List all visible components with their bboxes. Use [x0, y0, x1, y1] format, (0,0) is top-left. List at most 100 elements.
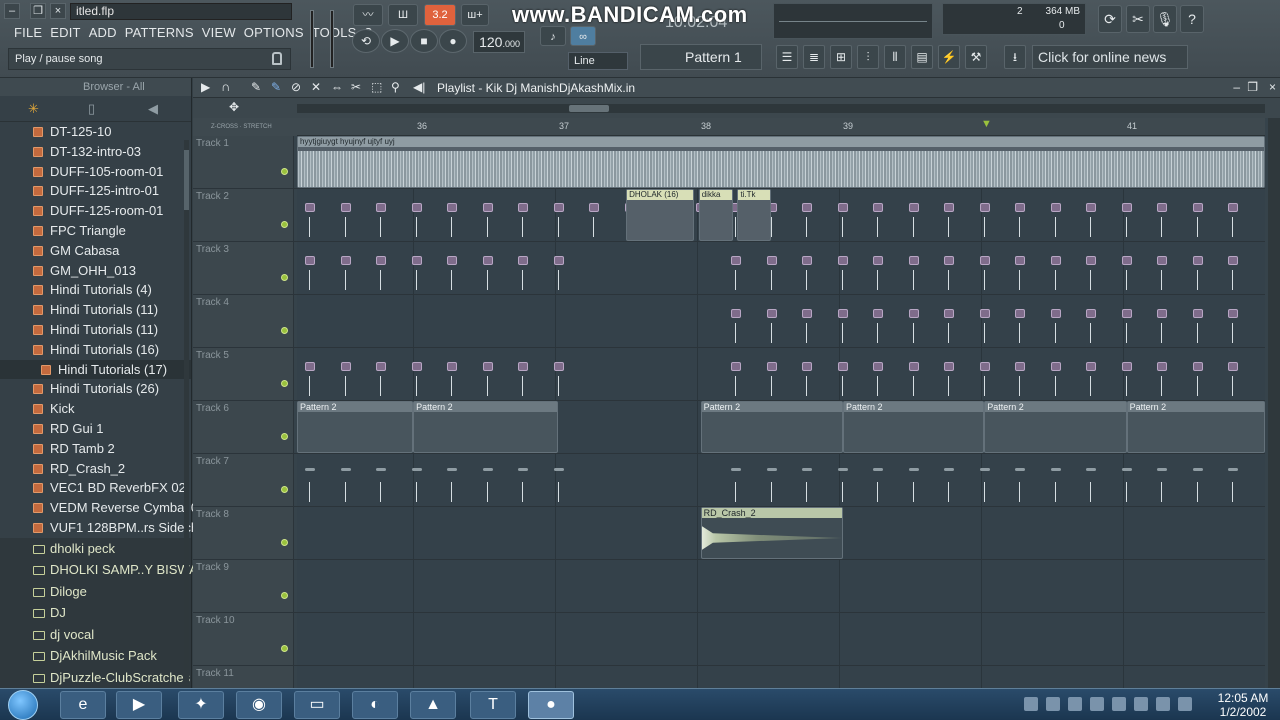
mic-icon[interactable]: 🎙 [1153, 5, 1177, 33]
pattern-song-icon[interactable]: 〰 [353, 4, 383, 26]
clip-hit[interactable] [411, 468, 424, 504]
master-volume-slider[interactable] [310, 10, 314, 68]
track-header[interactable]: Track 4 [193, 295, 294, 347]
clip-hit[interactable] [376, 468, 388, 504]
magnet-icon[interactable]: ∩ [221, 79, 230, 94]
browser-scrollbar[interactable] [184, 140, 189, 720]
track-lane[interactable] [297, 560, 1265, 612]
tools-icon[interactable]: ⚒ [965, 45, 987, 69]
track-header[interactable]: Track 10 [193, 613, 294, 665]
clip-hit[interactable] [1121, 362, 1134, 398]
clip-hit[interactable] [979, 309, 992, 345]
track-header[interactable]: Track 9 [193, 560, 294, 612]
undo-icon[interactable]: ⟳ [1098, 5, 1122, 33]
clip-hit[interactable] [376, 256, 388, 292]
track-mute-led[interactable] [281, 274, 288, 281]
clip-hit[interactable] [1157, 468, 1169, 504]
explorer-icon[interactable]: ▭ [294, 691, 340, 719]
menu-item[interactable]: FILE [10, 24, 46, 42]
browser-file[interactable]: Hindi Tutorials (11) [0, 300, 191, 320]
step-icon[interactable]: ⫴ [884, 45, 906, 69]
playlist-clip[interactable]: hyytjgiuygt hyujnyf ujtyf uyj [297, 136, 1265, 188]
clip-hit[interactable] [305, 468, 317, 504]
speaker-icon[interactable]: ◀ [148, 101, 158, 117]
clip-hit[interactable] [1050, 362, 1063, 398]
browser-file[interactable]: Hindi Tutorials (11) [0, 320, 191, 340]
browser-file[interactable]: Kick [0, 399, 191, 419]
clip-hit[interactable] [1121, 256, 1134, 292]
menu-item[interactable]: VIEW [198, 24, 240, 42]
clip-hit[interactable] [1015, 468, 1027, 504]
clip-hit[interactable] [979, 468, 992, 504]
close-icon[interactable]: × [50, 3, 66, 19]
clip-hit[interactable] [1086, 203, 1098, 239]
play-tool-icon[interactable]: ◀| [413, 80, 425, 94]
track-mute-led[interactable] [281, 592, 288, 599]
clip-hit[interactable] [944, 468, 956, 504]
clip-hit[interactable] [908, 256, 921, 292]
track-header[interactable]: Track 3 [193, 242, 294, 294]
volume-icon[interactable] [1156, 697, 1170, 711]
pattern-selector[interactable]: Pattern 1 [640, 44, 762, 70]
playlist-clip[interactable]: ti.Tk [737, 189, 772, 241]
tray-icon[interactable] [1090, 697, 1104, 711]
clip-hit[interactable] [766, 362, 779, 398]
clip-hit[interactable] [553, 362, 566, 398]
clip-hit[interactable] [482, 256, 495, 292]
browser-file[interactable]: DT-125-10 [0, 122, 191, 142]
track-mute-led[interactable] [281, 327, 288, 334]
clip-hit[interactable] [944, 309, 956, 345]
stop-icon[interactable]: ■ [410, 29, 438, 53]
select-tool-icon[interactable]: ⬚ [371, 80, 382, 94]
playlist-minimize-icon[interactable]: – [1233, 80, 1240, 94]
track-lane[interactable] [297, 613, 1265, 665]
browser-folder[interactable]: DjPuzzle-ClubScratches [0, 666, 191, 689]
clip-hit[interactable] [482, 203, 495, 239]
lock-icon[interactable] [272, 52, 282, 65]
track-header[interactable]: Track 7 [193, 454, 294, 506]
tray-icon[interactable] [1134, 697, 1148, 711]
slip-tool-icon[interactable]: ⇔ [331, 80, 343, 94]
clip-hit[interactable] [447, 362, 459, 398]
track-header[interactable]: Track 8 [193, 507, 294, 559]
track-mute-led[interactable] [281, 380, 288, 387]
star-icon[interactable]: ✳ [28, 101, 39, 117]
vertical-scrollbar[interactable] [1268, 118, 1280, 688]
playlist-clip[interactable]: dikka [698, 189, 733, 241]
slice-tool-icon[interactable]: ✂ [351, 80, 361, 94]
clip-hit[interactable] [944, 203, 956, 239]
track-header[interactable]: Track 1 [193, 136, 294, 188]
clip-hit[interactable] [837, 203, 850, 239]
clip-hit[interactable] [305, 256, 317, 292]
clip-hit[interactable] [589, 203, 601, 239]
clip-hit[interactable] [553, 468, 566, 504]
playlist-clip[interactable]: RD_Crash_2 [700, 507, 843, 559]
clip-hit[interactable] [1192, 256, 1205, 292]
paint-tool-icon[interactable]: ✎ [271, 80, 281, 94]
clip-hit[interactable] [731, 362, 743, 398]
clip-hit[interactable] [1157, 203, 1169, 239]
start-button[interactable] [8, 690, 38, 720]
browser-file[interactable]: FPC Triangle [0, 221, 191, 241]
master-pitch-slider[interactable] [330, 10, 334, 68]
fl-studio-icon[interactable]: ✦ [178, 691, 224, 719]
clip-hit[interactable] [1192, 468, 1205, 504]
clip-hit[interactable] [340, 468, 353, 504]
clip-hit[interactable] [340, 362, 353, 398]
browser-file[interactable]: VEDM Reverse Cymbal 015 [0, 498, 213, 518]
browser-file[interactable]: RD_Crash_2 [0, 459, 191, 479]
clip-hit[interactable] [1228, 468, 1240, 504]
playlist-clip[interactable]: Pattern 2 [700, 401, 843, 453]
browser-file[interactable]: DUFF-125-room-01 [0, 201, 191, 221]
browser-file[interactable]: DT-132-intro-03 [0, 142, 191, 162]
track-mute-led[interactable] [281, 645, 288, 652]
clip-hit[interactable] [305, 362, 317, 398]
link-icon[interactable]: ∞ [570, 26, 596, 46]
clip-hit[interactable] [908, 362, 921, 398]
clip-hit[interactable] [447, 203, 459, 239]
clip-hit[interactable] [766, 309, 779, 345]
clip-hit[interactable] [1157, 362, 1169, 398]
browser-folder[interactable]: DjAkhilMusic Pack [0, 645, 191, 667]
record-icon[interactable]: ● [439, 29, 467, 53]
browser-file[interactable]: Hindi Tutorials (26) [0, 379, 191, 399]
